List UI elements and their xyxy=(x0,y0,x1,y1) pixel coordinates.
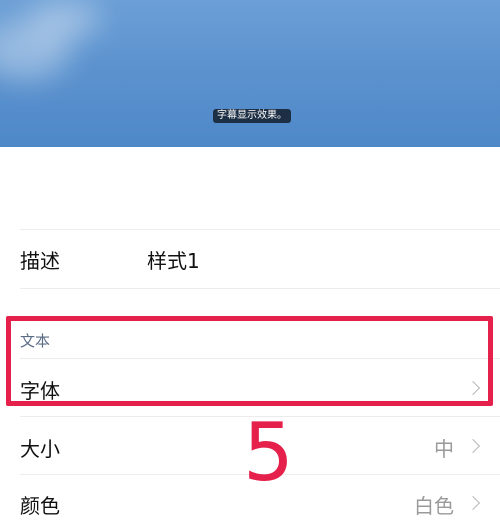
size-label: 大小 xyxy=(20,437,60,461)
color-label: 颜色 xyxy=(20,494,60,518)
color-value: 白色 xyxy=(414,494,454,518)
chevron-right-icon xyxy=(465,495,481,511)
step-number: 5 xyxy=(243,406,294,499)
chevron-right-icon xyxy=(465,438,481,454)
size-value: 中 xyxy=(434,437,454,461)
description-row[interactable]: 描述 样式1 xyxy=(0,230,500,288)
description-value: 样式1 xyxy=(147,249,200,273)
subtitle-caption: 字幕显示效果。 xyxy=(213,109,291,123)
cloud-decoration xyxy=(30,0,100,40)
divider xyxy=(20,288,500,289)
description-label: 描述 xyxy=(20,249,60,273)
subtitle-preview: 字幕显示效果。 xyxy=(0,0,500,147)
highlight-box xyxy=(6,316,493,406)
